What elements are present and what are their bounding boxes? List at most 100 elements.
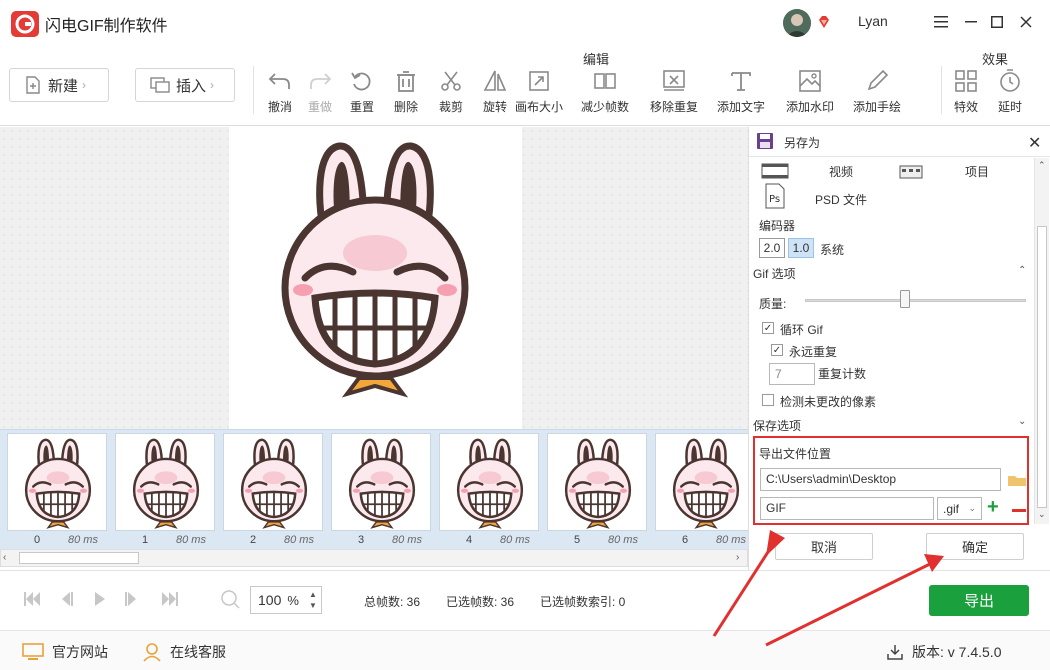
extension-select[interactable]: .gif ⌄ bbox=[937, 497, 982, 520]
tool-effects-button[interactable]: 特效 bbox=[951, 68, 981, 118]
format-psd-label[interactable]: PSD 文件 bbox=[815, 191, 867, 208]
frame-thumbnail[interactable]: 4 80 ms bbox=[439, 433, 539, 547]
scroll-up-icon[interactable]: ⌃ bbox=[1038, 160, 1046, 171]
current-frame-preview[interactable] bbox=[229, 127, 522, 429]
zoom-unit: % bbox=[287, 592, 299, 608]
zoom-input[interactable]: 100 % ▲ ▼ bbox=[250, 586, 322, 614]
filmstrip-scrollbar[interactable]: ‹ › bbox=[0, 549, 748, 567]
redo-icon bbox=[307, 68, 333, 94]
tool-crop-button[interactable]: 裁剪 bbox=[436, 68, 466, 118]
frame-filmstrip[interactable]: 0 80 ms 1 80 ms 2 80 ms 3 80 ms 4 80 ms 5 80 ms 6 80 … bbox=[0, 429, 748, 549]
play-icon[interactable] bbox=[92, 589, 108, 609]
zoom-stepper-icon[interactable]: ▲ ▼ bbox=[309, 589, 317, 611]
ok-button[interactable]: 确定 bbox=[926, 533, 1024, 560]
tool-canvas-size-button[interactable]: 画布大小 bbox=[511, 68, 567, 118]
avatar[interactable] bbox=[783, 9, 811, 37]
collapse-chevron-icon[interactable]: ⌃ bbox=[1018, 265, 1026, 276]
quality-slider-track[interactable] bbox=[805, 299, 1026, 302]
frame-image bbox=[223, 433, 323, 531]
video-format-icon[interactable] bbox=[761, 160, 789, 182]
next-frame-icon[interactable] bbox=[124, 589, 140, 609]
new-button-label: 新建 bbox=[48, 77, 79, 95]
tool-undo-button[interactable]: 撤消 bbox=[265, 68, 295, 118]
remove-icon[interactable] bbox=[1012, 509, 1026, 512]
insert-button[interactable]: 插入 › bbox=[135, 68, 235, 102]
toolbar-divider bbox=[941, 66, 942, 114]
save-as-panel: 另存为 ✕ 视频 项目 Ps PSD 文件 编码器 2.0 1.0 系统 Gif… bbox=[748, 127, 1050, 570]
save-disk-icon bbox=[757, 133, 773, 149]
tool-delay-button[interactable]: 延时 bbox=[995, 68, 1025, 118]
browse-folder-icon[interactable] bbox=[1007, 473, 1027, 487]
new-button[interactable]: 新建 › bbox=[9, 68, 109, 102]
frame-duration: 80 ms bbox=[392, 534, 422, 546]
last-frame-icon[interactable] bbox=[160, 589, 180, 609]
previous-frame-icon[interactable] bbox=[58, 589, 74, 609]
menu-icon[interactable] bbox=[929, 10, 953, 34]
app-title: 闪电GIF制作软件 bbox=[45, 18, 168, 35]
frame-thumbnail[interactable]: 5 80 ms bbox=[547, 433, 647, 547]
tool-add-text-button[interactable]: 添加文字 bbox=[713, 68, 769, 118]
title-bar: 闪电GIF制作软件 Lyan bbox=[0, 0, 1050, 46]
panel-scrollbar-thumb[interactable] bbox=[1037, 226, 1047, 508]
frame-thumbnail[interactable]: 2 80 ms bbox=[223, 433, 323, 547]
tool-reset-button[interactable]: 重置 bbox=[347, 68, 377, 118]
panel-close-icon[interactable]: ✕ bbox=[1028, 133, 1041, 153]
minimize-icon[interactable] bbox=[959, 10, 983, 34]
preview-canvas[interactable] bbox=[0, 127, 748, 429]
psd-format-icon[interactable]: Ps bbox=[764, 183, 786, 209]
export-button[interactable]: 导出 bbox=[929, 585, 1029, 616]
scroll-down-icon[interactable]: ⌄ bbox=[1038, 509, 1046, 520]
toolbar-divider bbox=[253, 66, 254, 114]
scroll-left-icon[interactable]: ‹ bbox=[3, 552, 6, 563]
frame-index: 0 bbox=[34, 534, 41, 546]
encoder-option-2-0[interactable]: 2.0 bbox=[759, 238, 785, 258]
encoder-option-1-0[interactable]: 1.0 bbox=[788, 238, 814, 258]
tool-redo-button[interactable]: 重做 bbox=[305, 68, 335, 118]
export-path-input[interactable]: C:\Users\admin\Desktop bbox=[760, 468, 1001, 491]
version-label: 版本: v 7.4.5.0 bbox=[912, 644, 1002, 660]
version-info[interactable]: 版本: v 7.4.5.0 bbox=[886, 642, 1001, 662]
frame-image bbox=[547, 433, 647, 531]
quality-slider-thumb[interactable] bbox=[899, 290, 910, 308]
project-format-icon[interactable] bbox=[899, 160, 923, 182]
scrollbar-thumb[interactable] bbox=[19, 552, 139, 564]
close-window-icon[interactable] bbox=[1014, 10, 1038, 34]
detect-unchanged-checkbox[interactable] bbox=[762, 394, 774, 406]
frame-duration: 80 ms bbox=[68, 534, 98, 546]
format-video-label[interactable]: 视频 bbox=[829, 163, 853, 180]
frame-duration: 80 ms bbox=[716, 534, 746, 546]
loop-gif-checkbox[interactable]: ✓ bbox=[762, 322, 774, 334]
expand-chevron-icon[interactable]: ⌄ bbox=[1018, 416, 1026, 427]
tool-reduce-frames-button[interactable]: 减少帧数 bbox=[577, 68, 633, 118]
frame-duration: 80 ms bbox=[284, 534, 314, 546]
scroll-right-icon[interactable]: › bbox=[736, 552, 739, 563]
frame-index: 1 bbox=[142, 534, 149, 546]
format-project-label[interactable]: 项目 bbox=[965, 163, 989, 180]
frame-thumbnail[interactable]: 1 80 ms bbox=[115, 433, 215, 547]
extension-value: .gif bbox=[943, 501, 960, 516]
online-support-link[interactable]: 在线客服 bbox=[142, 642, 226, 662]
add-icon[interactable]: + bbox=[987, 497, 999, 517]
vip-diamond-icon[interactable] bbox=[817, 15, 831, 29]
cancel-button[interactable]: 取消 bbox=[775, 533, 873, 560]
gif-options-label: Gif 选项 bbox=[753, 267, 796, 281]
frame-thumbnail[interactable]: 0 80 ms bbox=[7, 433, 107, 547]
tool-delete-button[interactable]: 删除 bbox=[391, 68, 421, 118]
frame-thumbnail[interactable]: 6 80 ms bbox=[655, 433, 748, 547]
username[interactable]: Lyan bbox=[858, 13, 888, 29]
panel-scrollbar[interactable]: ⌃ ⌄ bbox=[1034, 158, 1049, 524]
official-website-link[interactable]: 官方网站 bbox=[22, 642, 108, 662]
tool-add-drawing-button[interactable]: 添加手绘 bbox=[849, 68, 905, 118]
add-watermark-icon bbox=[797, 68, 823, 94]
filename-input[interactable]: GIF bbox=[760, 497, 934, 520]
repeat-forever-checkbox[interactable]: ✓ bbox=[771, 344, 783, 356]
first-frame-icon[interactable] bbox=[22, 589, 42, 609]
tool-rotate-button[interactable]: 旋转 bbox=[480, 68, 510, 118]
tool-remove-duplicates-button[interactable]: 移除重复 bbox=[646, 68, 702, 118]
tool-add-watermark-button[interactable]: 添加水印 bbox=[782, 68, 838, 118]
frame-thumbnail[interactable]: 3 80 ms bbox=[331, 433, 431, 547]
repeat-count-input[interactable]: 7 bbox=[769, 363, 815, 385]
encoder-option-system[interactable]: 系统 bbox=[820, 241, 844, 258]
reduce-frames-icon bbox=[592, 68, 618, 94]
maximize-icon[interactable] bbox=[985, 10, 1009, 34]
